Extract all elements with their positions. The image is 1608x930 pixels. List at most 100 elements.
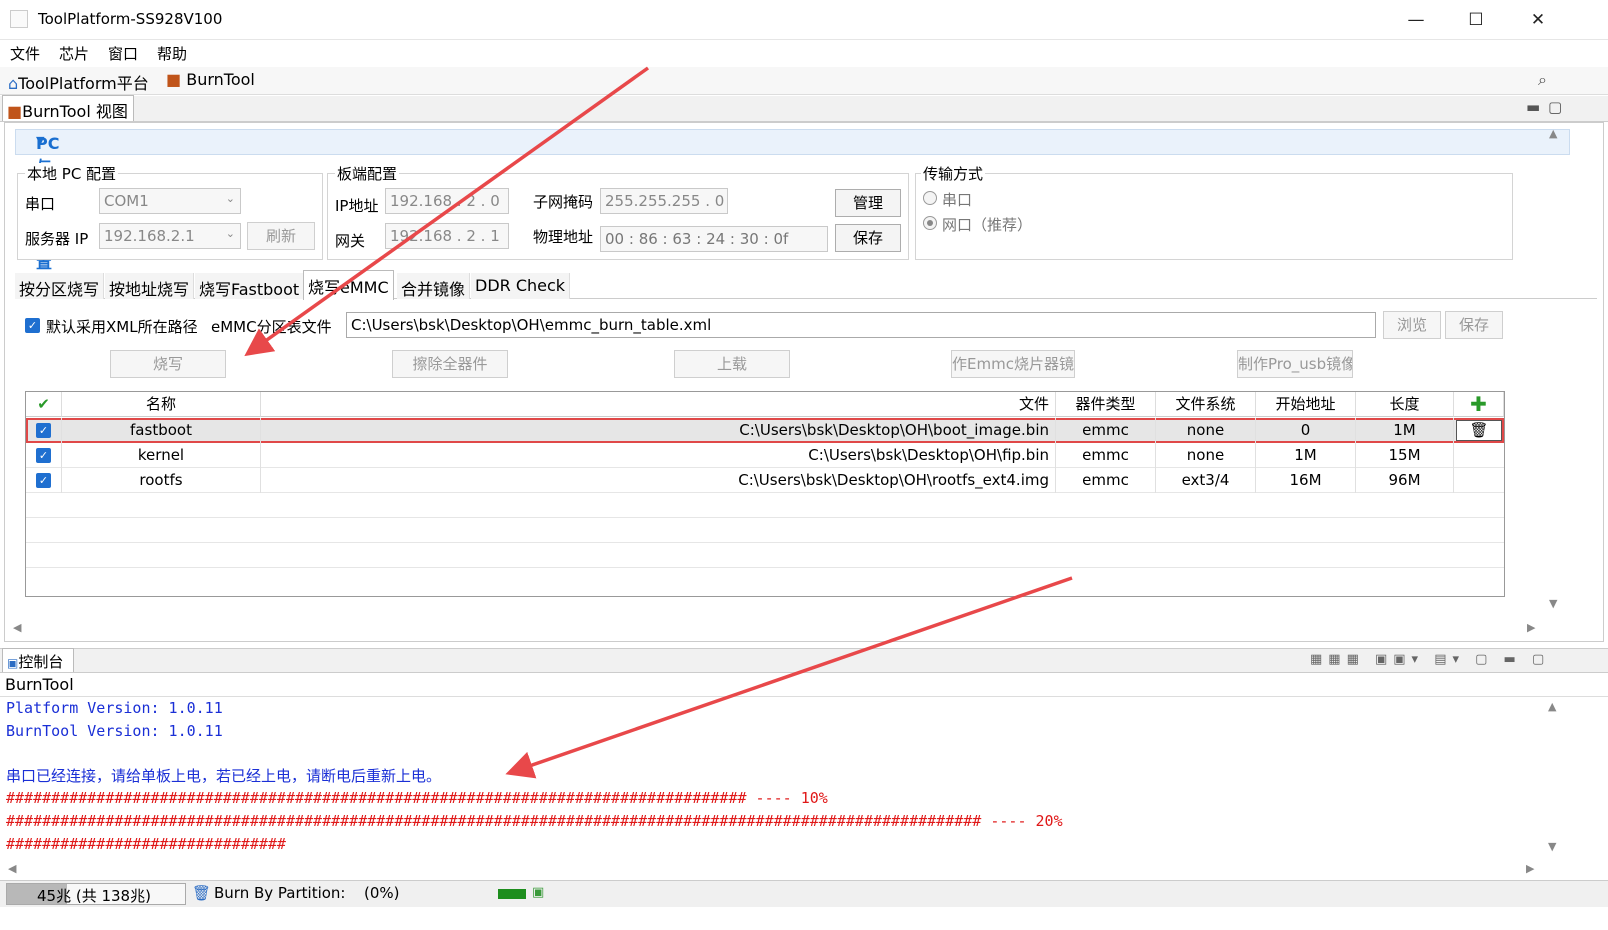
- burn-button[interactable]: 烧写: [110, 350, 226, 378]
- empty-row: [26, 518, 1504, 543]
- scroll-down-icon[interactable]: ▼: [1548, 840, 1556, 853]
- tab-partition-burn[interactable]: 按分区烧写: [15, 273, 105, 299]
- cell-name: rootfs: [62, 468, 261, 493]
- column-header-file[interactable]: 文件: [261, 392, 1056, 417]
- table-file-label: eMMC分区表文件: [211, 318, 332, 336]
- cell-file: C:\Users\bsk\Desktop\OH\boot_image.bin: [261, 418, 1056, 443]
- chevron-down-icon: ⌄: [225, 192, 235, 205]
- emmc-save-button[interactable]: 保存: [1445, 311, 1503, 339]
- console-output[interactable]: Platform Version: 1.0.11 BurnTool Versio…: [0, 697, 1590, 855]
- scroll-right-icon[interactable]: ▶: [1526, 862, 1534, 875]
- board-save-button[interactable]: 保存: [835, 224, 901, 252]
- serial-select[interactable]: COM1 ⌄: [99, 188, 241, 214]
- tab-address-burn[interactable]: 按地址烧写: [105, 273, 195, 299]
- cell-device: emmc: [1056, 468, 1156, 493]
- menu-file[interactable]: 文件: [10, 43, 40, 64]
- table-row[interactable]: ✓ fastboot C:\Users\bsk\Desktop\OH\boot_…: [26, 418, 1504, 443]
- trash-icon[interactable]: 🗑: [192, 884, 211, 902]
- make-emmc-image-button[interactable]: 作Emmc烧片器镜: [951, 350, 1075, 378]
- tab-ddr-check[interactable]: DDR Check: [471, 273, 571, 299]
- tab-fastboot-burn[interactable]: 烧写Fastboot: [195, 273, 305, 299]
- minimize-button[interactable]: —: [1386, 0, 1446, 40]
- table-row[interactable]: ✓ kernel C:\Users\bsk\Desktop\OH\fip.bin…: [26, 443, 1504, 468]
- console-line: BurnTool Version: 1.0.11: [6, 721, 223, 740]
- tab-emmc-burn[interactable]: 烧写eMMC: [303, 270, 394, 300]
- network-radio-label: 网口（推荐）: [942, 216, 1033, 234]
- view-tab-bar: ▬ ▢: [0, 96, 1608, 122]
- make-pro-usb-image-button[interactable]: 制作Pro_usb镜像: [1237, 350, 1353, 378]
- empty-row: [26, 543, 1504, 568]
- select-all-check-icon[interactable]: ✔: [26, 392, 62, 417]
- row-checkbox[interactable]: ✓: [36, 448, 51, 463]
- console-line: Platform Version: 1.0.11: [6, 699, 223, 717]
- close-button[interactable]: ✕: [1508, 0, 1568, 40]
- ip-field[interactable]: 192.168 . 2 . 0: [385, 188, 509, 214]
- cell-fs: none: [1156, 443, 1256, 468]
- toolplatform-button[interactable]: ⌂ToolPlatform平台: [8, 70, 149, 94]
- console-tab[interactable]: ▣控制台: [2, 648, 74, 672]
- cell-start: 0: [1256, 418, 1356, 443]
- console-line: ###############################: [6, 834, 286, 853]
- serial-radio[interactable]: [923, 191, 937, 205]
- serial-radio-label: 串口: [942, 191, 973, 209]
- table-row[interactable]: ✓ rootfs C:\Users\bsk\Desktop\OH\rootfs_…: [26, 468, 1504, 493]
- server-ip-select[interactable]: 192.168.2.1 ⌄: [99, 223, 241, 249]
- tab-merge-image[interactable]: 合并镜像: [397, 273, 471, 299]
- config-section-header[interactable]: ▼ PC与板端配置: [15, 129, 1570, 272]
- scroll-left-icon[interactable]: ◀: [8, 862, 16, 875]
- chevron-down-icon: ⌄: [225, 227, 235, 240]
- row-checkbox[interactable]: ✓: [36, 423, 51, 438]
- scroll-right-icon[interactable]: ▶: [1527, 621, 1535, 634]
- console-tab-bar: ▦▦▦ ▣▣▾ ▤▾ ▢ ▬ ▢: [0, 648, 1608, 673]
- cell-file: C:\Users\bsk\Desktop\OH\rootfs_ext4.img: [261, 468, 1056, 493]
- table-file-input[interactable]: C:\Users\bsk\Desktop\OH\emmc_burn_table.…: [346, 312, 1376, 338]
- use-xml-path-checkbox[interactable]: ✓: [25, 318, 40, 333]
- column-header-start[interactable]: 开始地址: [1256, 392, 1356, 417]
- minimize-view-icon[interactable]: ▬: [1526, 98, 1540, 116]
- delete-row-icon[interactable]: 🗑: [1456, 420, 1502, 441]
- cell-start: 16M: [1256, 468, 1356, 493]
- heap-status[interactable]: 45兆 (共 138兆): [6, 883, 186, 905]
- server-ip-label: 服务器 IP: [25, 230, 89, 248]
- column-header-name[interactable]: 名称: [62, 392, 261, 417]
- menu-help[interactable]: 帮助: [157, 43, 187, 64]
- row-checkbox[interactable]: ✓: [36, 473, 51, 488]
- console-line: ########################################…: [6, 789, 828, 808]
- network-radio[interactable]: [923, 216, 937, 230]
- mask-field[interactable]: 255.255.255 . 0: [600, 188, 728, 214]
- add-row-icon[interactable]: ✚: [1454, 392, 1504, 417]
- scroll-up-icon[interactable]: ▲: [1549, 127, 1557, 140]
- menu-window[interactable]: 窗口: [108, 43, 138, 64]
- search-icon[interactable]: ⌕: [1538, 70, 1547, 90]
- burntool-button[interactable]: ■ BurnTool: [166, 70, 255, 89]
- refresh-button[interactable]: 刷新: [247, 222, 315, 250]
- menu-chip[interactable]: 芯片: [59, 43, 89, 64]
- scroll-down-icon[interactable]: ▼: [1549, 597, 1557, 610]
- cell-device: emmc: [1056, 418, 1156, 443]
- column-header-device[interactable]: 器件类型: [1056, 392, 1156, 417]
- cell-name: fastboot: [62, 418, 261, 443]
- console-toolbar-icons[interactable]: ▦▦▦ ▣▣▾ ▤▾ ▢ ▬ ▢: [1310, 652, 1550, 667]
- column-header-fs[interactable]: 文件系统: [1156, 392, 1256, 417]
- cell-start: 1M: [1256, 443, 1356, 468]
- burn-mode-tabs: 按分区烧写 按地址烧写 烧写Fastboot 烧写eMMC 合并镜像 DDR C…: [15, 270, 1597, 300]
- maximize-button[interactable]: ☐: [1446, 0, 1506, 40]
- board-config-group-label: 板端配置: [335, 163, 400, 184]
- console-icon: ▣: [7, 656, 19, 670]
- mac-field[interactable]: 00 : 86 : 63 : 24 : 30 : 0f: [600, 226, 828, 252]
- maximize-view-icon[interactable]: ▢: [1548, 98, 1562, 116]
- manage-button[interactable]: 管理: [835, 189, 901, 217]
- browse-button[interactable]: 浏览: [1383, 311, 1441, 339]
- cell-length: 1M: [1356, 418, 1454, 443]
- scroll-up-icon[interactable]: ▲: [1548, 700, 1556, 713]
- home-icon: ⌂: [8, 74, 19, 93]
- task-label: Burn By Partition:: [214, 884, 346, 902]
- erase-all-button[interactable]: 擦除全器件: [392, 350, 508, 378]
- burntool-view-tab[interactable]: ■BurnTool 视图: [2, 95, 134, 121]
- serial-label: 串口: [25, 195, 56, 213]
- upload-button[interactable]: 上载: [674, 350, 790, 378]
- scroll-left-icon[interactable]: ◀: [13, 621, 21, 634]
- gateway-field[interactable]: 192.168 . 2 . 1: [385, 223, 509, 249]
- column-header-length[interactable]: 长度: [1356, 392, 1454, 417]
